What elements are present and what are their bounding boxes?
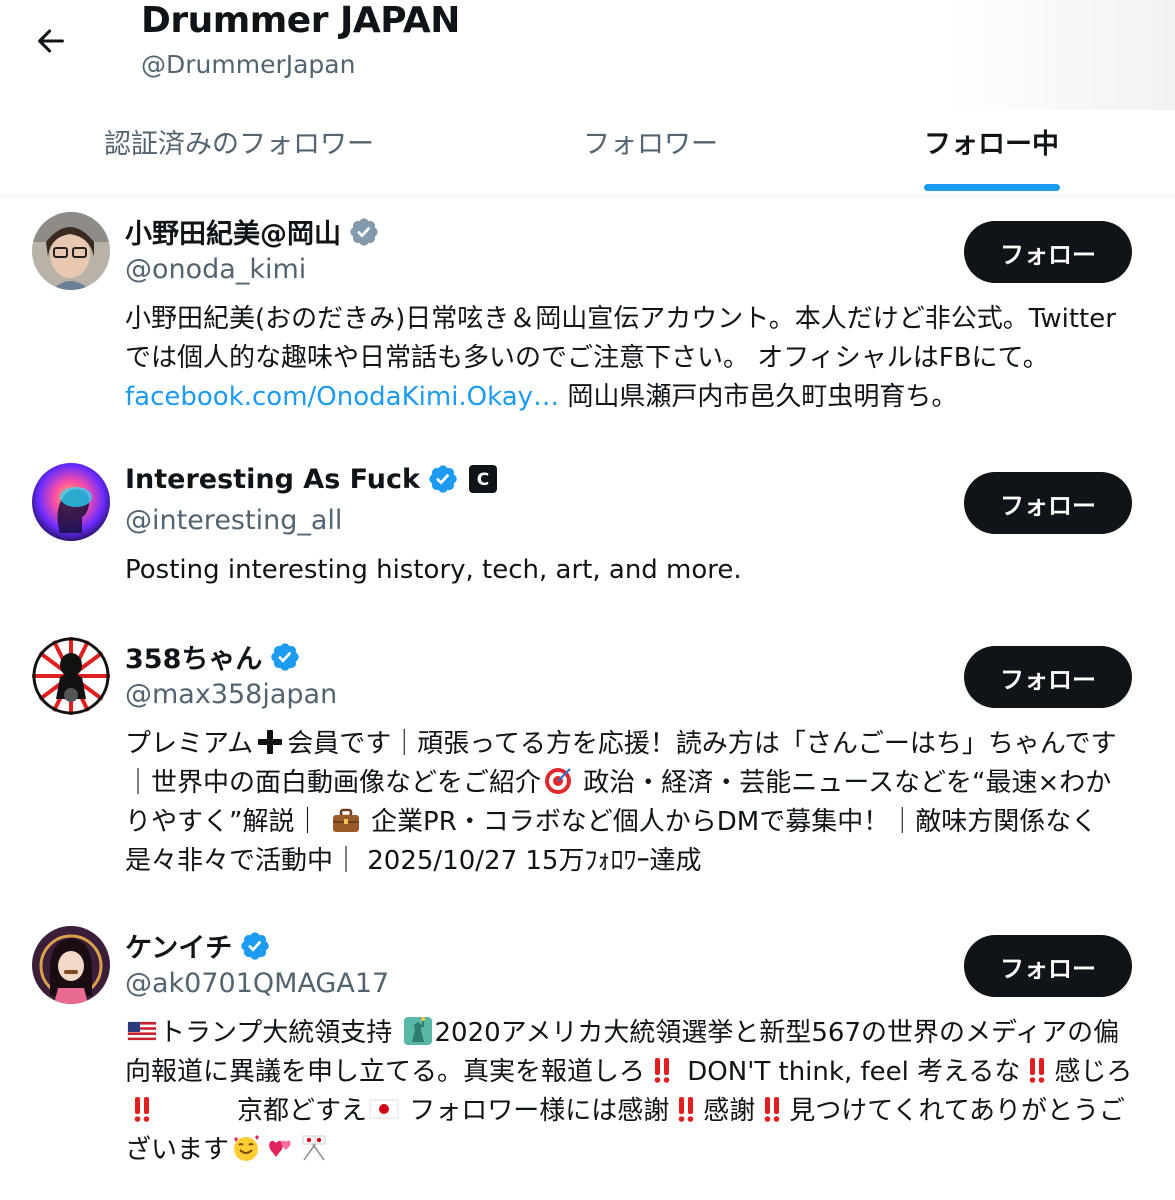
follow-button[interactable]: フォロー — [964, 472, 1132, 534]
two-hearts-emoji-icon — [269, 1140, 291, 1157]
smiling-hearts-emoji-icon — [234, 1135, 260, 1161]
user-bio: トランプ大統領支持 2020アメリカ大統領選挙と新型567の世界のメディアの偏向… — [125, 1014, 1135, 1170]
double-exclamation-emoji-icon — [1030, 1058, 1045, 1083]
double-exclamation-emoji-icon — [654, 1058, 670, 1083]
bio-text: トランプ大統領支持 — [159, 1018, 401, 1048]
target-emoji-icon — [545, 768, 572, 794]
arrow-left-icon — [38, 29, 64, 53]
user-bio: プレミアム 会員です｜頑張ってる方を応援！読み方は「さんごーはち」ちゃんです｜世界… — [125, 725, 1135, 881]
tab-following[interactable]: フォロー中 — [924, 122, 1059, 161]
verified-gray-icon — [350, 217, 378, 246]
user-name[interactable]: 358ちゃん — [125, 637, 262, 676]
double-exclamation-emoji-icon — [764, 1097, 780, 1122]
bio-text: 感じろ — [1054, 1057, 1133, 1087]
verified-blue-icon — [429, 465, 457, 493]
crossed-flags-emoji-icon — [302, 1135, 326, 1161]
bio-link[interactable]: facebook.com/OnodaKimi.Okay… — [125, 382, 559, 412]
name-row: 358ちゃん — [125, 637, 301, 676]
avatar[interactable] — [32, 463, 110, 541]
page-handle: @DrummerJapan — [141, 50, 356, 79]
avatar[interactable] — [32, 637, 110, 715]
japan-flag-emoji-icon — [369, 1099, 399, 1119]
bio-text: 京都どすえ — [159, 1096, 368, 1126]
avatar[interactable] — [32, 926, 110, 1004]
plus-emoji-icon — [258, 730, 283, 754]
user-bio: 小野田紀美(おのだきみ)日常呟き＆岡山宣伝アカウント。本人だけど非公式。Twit… — [125, 300, 1135, 417]
user-name[interactable]: Interesting As Fuck — [125, 464, 420, 495]
bio-text: 感謝 — [703, 1096, 756, 1126]
user-name[interactable]: ケンイチ — [125, 926, 232, 965]
statue-of-liberty-emoji-icon — [403, 1017, 432, 1045]
name-row: 小野田紀美@岡山 — [125, 212, 380, 251]
user-handle: @interesting_all — [125, 505, 343, 536]
user-name[interactable]: 小野田紀美@岡山 — [125, 212, 341, 251]
page-title: Drummer JAPAN — [141, 0, 460, 41]
tab-followers[interactable]: フォロワー — [583, 122, 718, 161]
active-tab-indicator — [924, 184, 1060, 191]
user-handle: @max358japan — [125, 679, 338, 710]
double-exclamation-emoji-icon — [134, 1097, 150, 1122]
follow-button[interactable]: フォロー — [964, 221, 1132, 283]
follow-button[interactable]: フォロー — [964, 935, 1132, 997]
avatar[interactable] — [32, 212, 110, 290]
bio-text: フォロワー様には感謝 — [401, 1096, 670, 1126]
us-flag-emoji-icon — [127, 1021, 157, 1041]
follow-button[interactable]: フォロー — [964, 646, 1132, 708]
bio-text: DON'T think, feel 考えるな — [679, 1057, 1021, 1087]
affiliate-badge-icon[interactable]: C — [468, 465, 497, 493]
name-row: Interesting As Fuck C — [125, 463, 497, 495]
user-handle: @ak0701QMAGA17 — [125, 968, 390, 999]
bio-text: 小野田紀美(おのだきみ)日常呟き＆岡山宣伝アカウント。本人だけど非公式。Twit… — [125, 304, 1116, 373]
double-exclamation-emoji-icon — [678, 1097, 694, 1122]
tab-verified-followers[interactable]: 認証済みのフォロワー — [104, 122, 374, 161]
user-handle: @onoda_kimi — [125, 254, 307, 285]
bio-text: 岡山県瀬戸内市邑久町虫明育ち。 — [559, 382, 958, 412]
verified-blue-icon — [271, 642, 300, 671]
briefcase-emoji-icon — [332, 808, 359, 832]
back-button[interactable] — [28, 18, 74, 64]
blurred-overlay — [945, 0, 1175, 110]
svg-text:C: C — [477, 470, 489, 490]
user-bio: Posting interesting history, tech, art, … — [125, 555, 742, 585]
verified-blue-icon — [241, 931, 269, 960]
name-row: ケンイチ — [125, 926, 271, 965]
profile-header: Drummer JAPAN @DrummerJapan 認証済みのフォロワー フ… — [0, 0, 1175, 196]
bio-text: プレミアム — [125, 729, 254, 759]
